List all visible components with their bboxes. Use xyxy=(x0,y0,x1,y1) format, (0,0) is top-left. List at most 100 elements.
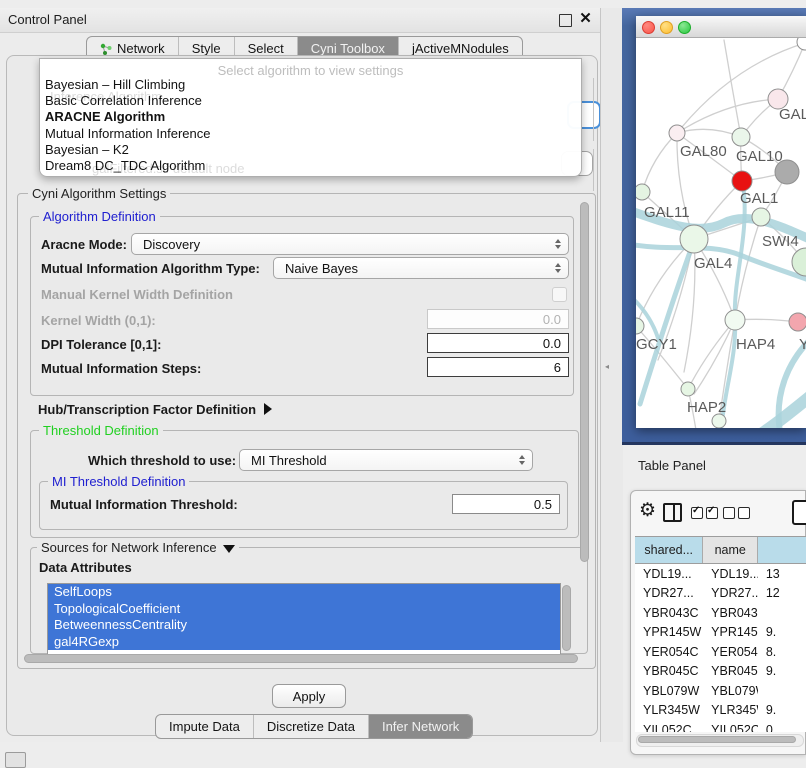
network-icon xyxy=(100,43,112,55)
document-icon[interactable] xyxy=(792,500,806,525)
dropdown-item[interactable]: ARACNE Algorithm xyxy=(45,109,165,124)
hub-definition-toggle[interactable]: Hub/Transcription Factor Definition xyxy=(38,402,272,417)
table-cell: YIL052C xyxy=(635,720,703,732)
network-node-big-right[interactable] xyxy=(792,248,806,276)
table-cell: 9. xyxy=(758,623,806,643)
table-row[interactable]: YIL052CYIL052C0. xyxy=(635,720,806,732)
mi-steps-label: Mutual Information Steps: xyxy=(41,361,201,376)
network-canvas[interactable]: GALGAL80GAL10GAL1SWI4GAL11GAL4GCY1HAP4YH… xyxy=(636,38,806,428)
node-table: shared...name YDL19...YDL19...13YDR27...… xyxy=(635,536,806,732)
network-node-gal10[interactable] xyxy=(732,128,750,146)
attribute-list-item[interactable]: BetweennessCentrality xyxy=(48,617,560,634)
table-row[interactable]: YDL19...YDL19...13 xyxy=(635,564,806,584)
manual-kernel-width-checkbox[interactable] xyxy=(552,287,567,302)
columns-icon[interactable] xyxy=(663,503,682,522)
deselect-all-checkboxes-icon[interactable] xyxy=(723,507,750,519)
apply-button[interactable]: Apply xyxy=(272,684,346,708)
mi-algorithm-type-value: Naive Bayes xyxy=(285,261,358,276)
dropdown-item[interactable]: Bayesian – Hill Climbing xyxy=(45,77,185,92)
select-all-checkboxes-icon[interactable] xyxy=(691,507,718,519)
mi-algorithm-type-select[interactable]: Naive Bayes xyxy=(273,257,569,279)
gear-icon[interactable]: ⚙ xyxy=(639,499,656,522)
network-edge[interactable] xyxy=(724,40,741,137)
table-cell: 13 xyxy=(758,564,806,584)
network-node-pink-right[interactable] xyxy=(789,313,806,331)
kernel-width-field[interactable]: 0.0 xyxy=(427,309,569,329)
settings-horizontal-scrollbar[interactable] xyxy=(24,654,578,663)
tab-label: Network xyxy=(117,41,165,56)
table-cell: YER054C xyxy=(703,642,758,662)
network-node-gal4[interactable] xyxy=(680,225,708,253)
dropdown-item[interactable]: Dream8 DC_TDC Algorithm xyxy=(45,158,205,173)
float-panel-icon[interactable] xyxy=(559,14,572,27)
table-cell: YBR045C xyxy=(703,662,758,682)
settings-vertical-scrollbar[interactable] xyxy=(580,202,589,562)
attribute-list-item[interactable]: TopologicalCoefficient xyxy=(48,601,560,618)
network-edge[interactable] xyxy=(642,133,677,192)
dropdown-placeholder: Select algorithm to view settings xyxy=(40,63,581,78)
network-node-swi4[interactable] xyxy=(752,208,770,226)
dpi-tolerance-label: DPI Tolerance [0,1]: xyxy=(41,337,161,352)
tab-impute-data[interactable]: Impute Data xyxy=(156,715,254,738)
divider-arrow-icon[interactable]: ◂ xyxy=(605,362,609,371)
minimize-traffic-light[interactable] xyxy=(660,21,673,34)
table-cell xyxy=(758,681,806,701)
network-edge[interactable] xyxy=(640,241,694,404)
close-traffic-light[interactable] xyxy=(642,21,655,34)
table-cell: YBL079W xyxy=(635,681,703,701)
close-icon[interactable]: ✕ xyxy=(579,12,592,25)
node-label-gal1: GAL1 xyxy=(740,190,778,207)
table-row[interactable]: YBR043CYBR043C xyxy=(635,603,806,623)
network-node-bottom-node[interactable] xyxy=(712,414,726,428)
table-row[interactable]: YBR045CYBR045C9. xyxy=(635,662,806,682)
panel-divider[interactable] xyxy=(600,8,623,742)
sources-legend[interactable]: Sources for Network Inference xyxy=(37,540,239,555)
network-node-gal1[interactable] xyxy=(732,171,752,191)
network-node-gal11[interactable] xyxy=(636,184,650,200)
table-row[interactable]: YPR145WYPR145W9. xyxy=(635,623,806,643)
dropdown-item[interactable]: Mutual Information Inference xyxy=(45,126,210,141)
table-cell: YPR145W xyxy=(703,623,758,643)
table-cell: YIL052C xyxy=(703,720,758,732)
table-row[interactable]: YLR345WYLR345W9. xyxy=(635,701,806,721)
settings-legend: Cyni Algorithm Settings xyxy=(28,186,170,201)
tab-discretize-data[interactable]: Discretize Data xyxy=(254,715,369,738)
dock-button[interactable] xyxy=(5,752,26,768)
column-header[interactable]: shared... xyxy=(635,537,703,563)
mi-threshold-field[interactable]: 0.5 xyxy=(452,494,560,514)
table-cell: YDL19... xyxy=(635,564,703,584)
table-hscroll-track[interactable] xyxy=(636,734,804,747)
dropdown-item[interactable]: Bayesian – K2 xyxy=(45,142,129,157)
column-header[interactable]: name xyxy=(703,537,758,563)
sources-legend-label: Sources for Network Inference xyxy=(41,540,217,555)
data-attributes-list[interactable]: SelfLoopsTopologicalCoefficientBetweenne… xyxy=(47,583,561,657)
zoom-traffic-light[interactable] xyxy=(678,21,691,34)
dpi-tolerance-field[interactable]: 0.0 xyxy=(427,333,569,353)
table-cell: YER054C xyxy=(635,642,703,662)
mi-steps-field[interactable]: 6 xyxy=(427,357,569,377)
attribute-list-item[interactable]: gal4RGexp xyxy=(48,634,560,651)
tab-infer-network[interactable]: Infer Network xyxy=(369,715,472,738)
column-header[interactable] xyxy=(758,537,806,563)
list-vertical-scrollbar[interactable] xyxy=(562,585,571,651)
control-panel: Control Panel ✕ NetworkStyleSelectCyni T… xyxy=(0,8,600,742)
network-node-gal80[interactable] xyxy=(669,125,685,141)
network-node-gcy1[interactable] xyxy=(636,318,644,334)
network-edge[interactable] xyxy=(677,129,741,137)
network-node-hap4[interactable] xyxy=(725,310,745,330)
node-label-gal80: GAL80 xyxy=(680,143,727,160)
network-window-titlebar[interactable] xyxy=(636,16,806,38)
table-row[interactable]: YBL079WYBL079W xyxy=(635,681,806,701)
attribute-list-item[interactable]: SelfLoops xyxy=(48,584,560,601)
table-row[interactable]: YER054CYER054C8. xyxy=(635,642,806,662)
tab-label: Style xyxy=(192,41,221,56)
network-node-top-node[interactable] xyxy=(797,38,806,50)
table-body: YDL19...YDL19...13YDR27...YDR27...12YBR0… xyxy=(635,564,806,732)
dropdown-item[interactable]: Basic Correlation Inference xyxy=(45,93,202,108)
table-cell: 12 xyxy=(758,584,806,604)
network-node-hap2[interactable] xyxy=(681,382,695,396)
which-threshold-select[interactable]: MI Threshold xyxy=(239,449,533,471)
table-row[interactable]: YDR27...YDR27...12 xyxy=(635,584,806,604)
table-horizontal-scrollbar[interactable] xyxy=(638,736,796,743)
aracne-mode-select[interactable]: Discovery xyxy=(131,233,569,255)
